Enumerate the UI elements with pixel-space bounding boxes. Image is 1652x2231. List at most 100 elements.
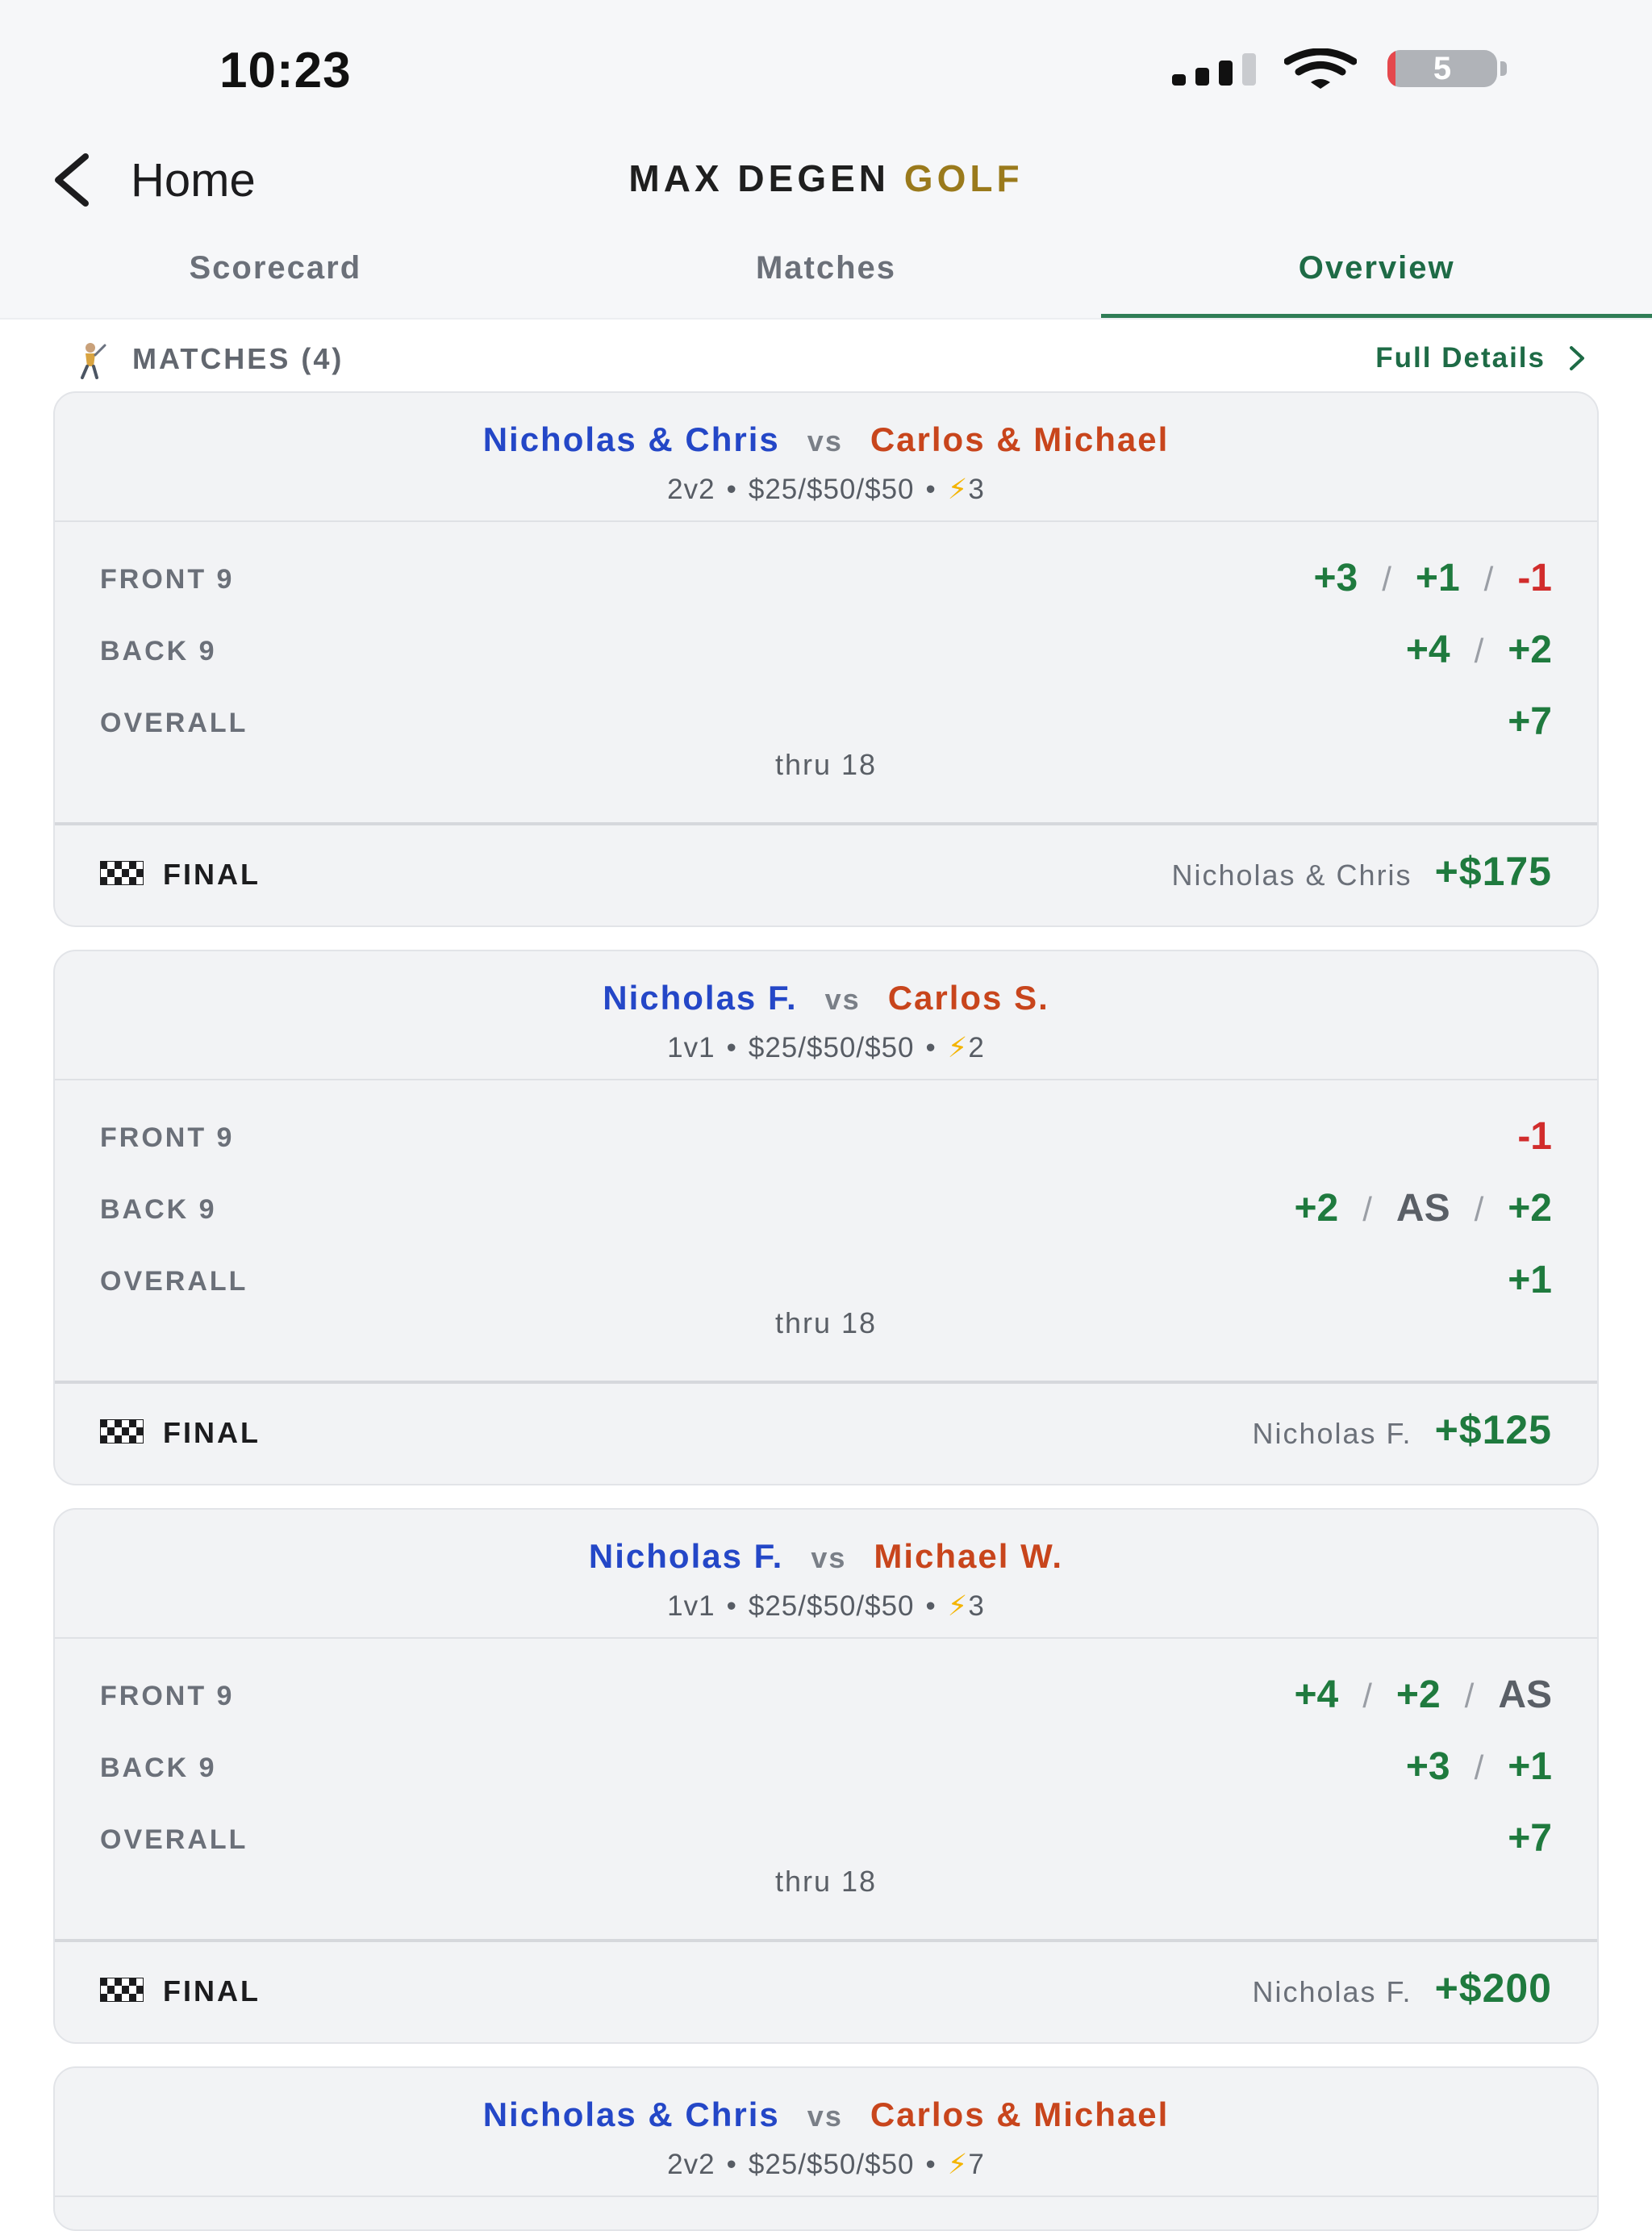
press-count: 3 [968,474,985,505]
match-winner: Nicholas F. +$125 [1253,1406,1553,1453]
match-header: Nicholas & Chris vs Carlos & Michael 2v2 • $… [55,2068,1597,2197]
overall-values: +1 [1508,1258,1552,1302]
battery-tip [1500,61,1507,76]
back-nine-values: +4/+2 [1405,629,1552,671]
battery-percent: 5 [1433,51,1452,86]
overall-values: +7 [1508,700,1552,744]
score-value: -1 [1517,557,1552,600]
tab-overview[interactable]: Overview [1101,239,1652,318]
match-header: Nicholas F. vs Carlos S. 1v1 • $25/$50/$50 • ⚡… [55,951,1597,1080]
team-a-name: Nicholas & Chris [482,2095,780,2133]
matches-section-header: MATCHES (4) Full Details [73,331,1604,387]
match-stakes: $25/$50/$50 [748,474,915,505]
winner-name: Nicholas & Chris [1171,859,1412,892]
front-nine-row: FRONT 9 +3/+1/-1 [100,556,1552,604]
matches-count-heading: MATCHES (4) [132,342,344,375]
vs-label: vs [811,1541,847,1574]
score-value: +4 [1405,629,1450,671]
team-a-name: Nicholas F. [603,979,798,1017]
match-format: 1v1 [667,1032,715,1063]
front-nine-label: FRONT 9 [100,1681,235,1711]
match-card[interactable]: Nicholas F. vs Michael W. 1v1 • $25/$50/$50 •… [53,1508,1599,2044]
score-value: +7 [1508,1817,1552,1860]
tab-bar: Scorecard Matches Overview [0,239,1652,318]
back-nine-values: +2/AS / +2 [1294,1187,1553,1230]
press-count: 2 [968,1032,985,1063]
lightning-icon: ⚡ [947,474,969,505]
back-nine-label: BACK 9 [100,1753,217,1783]
front-nine-values: -1 [1517,1114,1552,1159]
team-a-name: Nicholas F. [588,1537,784,1575]
overall-label: OVERALL [100,1266,248,1297]
match-card[interactable]: Nicholas F. vs Carlos S. 1v1 • $25/$50/$50 • ⚡… [53,950,1599,1485]
press-count: 7 [968,2149,985,2180]
chevron-right-icon [1570,346,1584,370]
team-b-name: Carlos S. [887,979,1049,1017]
match-header: Nicholas & Chris vs Carlos & Michael 2v2 • $… [55,393,1597,522]
final-status: FINAL [163,858,261,891]
full-details-link[interactable]: Full Details [1375,342,1586,374]
score-value: +1 [1508,1259,1552,1301]
status-bar: 10:23 5 [0,0,1652,137]
score-value: AS [1395,1187,1450,1230]
score-value: +2 [1508,1187,1552,1230]
match-footer: FINAL Nicholas F. +$200 [55,1939,1597,2037]
checkered-flag-icon [100,861,144,885]
match-teams: Nicholas F. vs Michael W. [55,1537,1597,1576]
match-footer: FINAL Nicholas F. +$125 [55,1381,1597,1479]
match-card[interactable]: Nicholas & Chris vs Carlos & Michael 2v2 • $… [53,391,1599,927]
cellular-signal-icon [1172,53,1258,86]
match-meta: 1v1 • $25/$50/$50 • ⚡2 [667,1032,985,1063]
lightning-icon: ⚡ [947,1590,969,1622]
tab-scorecard[interactable]: Scorecard [0,239,551,318]
score-value: +3 [1313,557,1358,600]
checkered-flag-icon [100,1978,144,2002]
score-value: +1 [1508,1745,1552,1788]
match-meta: 1v1 • $25/$50/$50 • ⚡3 [667,1590,985,1622]
back-nine-row: BACK 9 +3/+1 [100,1744,1552,1793]
app-title: MAX DEGEN GOLF [0,157,1652,200]
match-results: FRONT 9 +4/+2/AS BACK 9 +3/+1 OVERALL +7… [55,1639,1597,1939]
app-title-main: MAX DEGEN [628,157,891,199]
tab-matches[interactable]: Matches [551,239,1102,318]
winnings-amount: +$200 [1434,1966,1552,2011]
score-value: +2 [1395,1673,1441,1716]
score-value: +4 [1294,1673,1339,1716]
score-value: AS [1498,1673,1552,1716]
score-value: -1 [1517,1115,1552,1158]
team-b-name: Carlos & Michael [870,2095,1170,2133]
overall-row: OVERALL +7 [100,700,1552,748]
full-details-label: Full Details [1375,342,1546,374]
score-value: +2 [1294,1187,1339,1230]
front-nine-label: FRONT 9 [100,1122,235,1153]
vs-label: vs [807,2099,843,2133]
match-teams: Nicholas & Chris vs Carlos & Michael [55,2095,1597,2134]
match-stakes: $25/$50/$50 [748,2149,915,2180]
score-value: +3 [1405,1745,1450,1788]
lightning-icon: ⚡ [947,1032,969,1063]
winner-name: Nicholas F. [1252,1975,1412,2008]
front-nine-values: +4/+2/AS [1294,1673,1553,1716]
match-header: Nicholas F. vs Michael W. 1v1 • $25/$50/$50 •… [55,1510,1597,1639]
top-bar: 10:23 5 Home MAX DEGEN GOLF Scorecard Ma… [0,0,1652,320]
match-results: FRONT 9 -1 BACK 9 +2/AS / +2 OVERALL +1 th… [55,1080,1597,1381]
front-nine-row: FRONT 9 +4/+2/AS [100,1673,1552,1721]
press-count: 3 [968,1590,985,1622]
battery-icon: 5 [1387,50,1497,87]
match-teams: Nicholas & Chris vs Carlos & Michael [55,420,1597,459]
wifi-icon [1284,48,1357,89]
match-teams: Nicholas F. vs Carlos S. [55,979,1597,1017]
overall-label: OVERALL [100,708,248,738]
golfer-icon [81,343,106,379]
match-meta: 2v2 • $25/$50/$50 • ⚡3 [667,474,985,505]
vs-label: vs [807,424,843,457]
match-footer: FINAL Nicholas & Chris +$175 [55,822,1597,921]
match-stakes: $25/$50/$50 [748,1590,915,1622]
back-nine-label: BACK 9 [100,1194,217,1225]
back-nine-values: +3/+1 [1405,1745,1552,1788]
front-nine-row: FRONT 9 -1 [100,1114,1552,1163]
final-status: FINAL [163,1416,261,1449]
overall-row: OVERALL +1 [100,1258,1552,1306]
match-card[interactable]: Nicholas & Chris vs Carlos & Michael 2v2 • $… [53,2066,1599,2231]
winnings-amount: +$125 [1434,1407,1552,1452]
